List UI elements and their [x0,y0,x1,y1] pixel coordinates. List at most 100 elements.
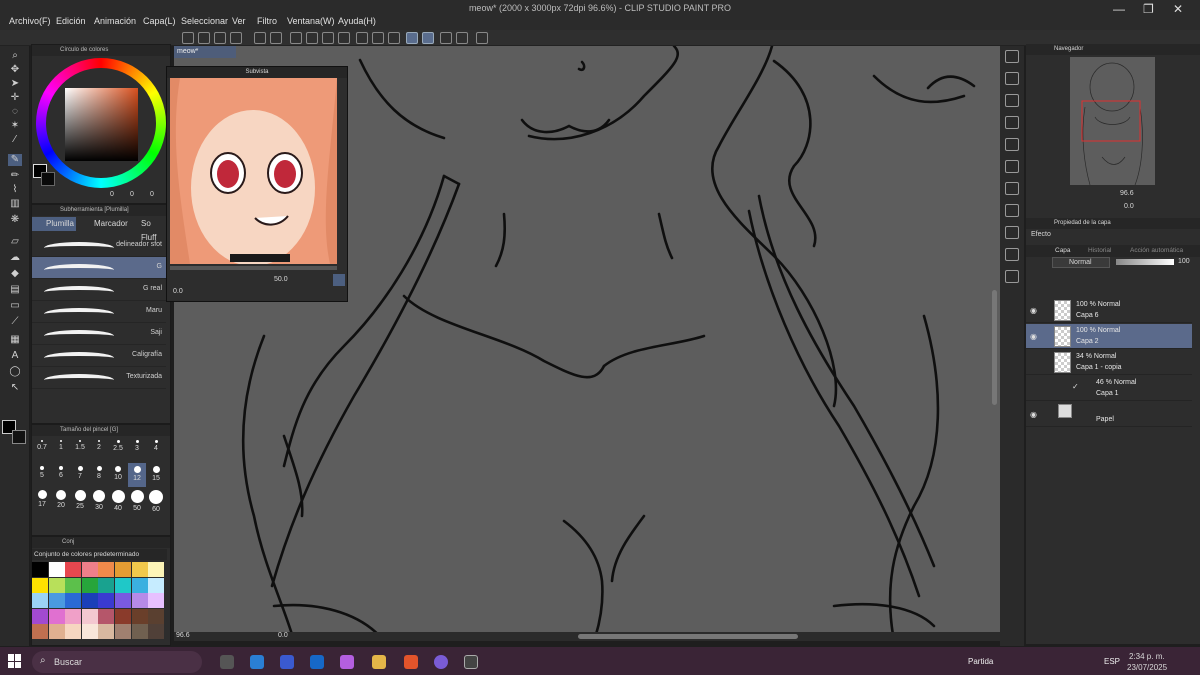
app-icon[interactable] [250,655,264,669]
lasso-tool-icon[interactable]: ◌ [8,106,22,118]
taskbar-search[interactable]: ⌕ Buscar [32,651,202,673]
zoom-tool-icon[interactable]: ⌕ [8,50,22,62]
color-swatch[interactable] [98,608,115,624]
color-swatch[interactable] [65,593,82,608]
color-swatch[interactable] [65,624,82,639]
color-swatch[interactable] [81,624,98,639]
brush-item[interactable]: Texturizada [32,367,166,389]
brush-item[interactable]: G real [32,279,166,301]
invert-selection-icon[interactable] [356,32,368,44]
subview-scrollbar[interactable] [170,266,337,270]
animation-icon[interactable] [1005,204,1019,217]
brush-size-option[interactable]: 2.5 [109,440,127,452]
color-swatch[interactable] [98,562,115,577]
selection-icon[interactable] [338,32,350,44]
snap-ruler-icon[interactable] [406,32,418,44]
fill-tool-icon[interactable]: ◆ [8,268,22,280]
magic-wand-icon[interactable]: ✶ [8,120,22,132]
file-explorer-icon[interactable] [372,655,386,669]
brush-size-option-selected[interactable]: 12 [128,463,146,487]
settings-icon[interactable] [456,32,468,44]
menu-ventana[interactable]: Ventana(W) [287,16,335,26]
sub-color-swatch[interactable] [12,430,26,444]
eyedropper-icon[interactable] [333,274,345,286]
menu-seleccionar[interactable]: Seleccionar [181,16,228,26]
opacity-slider[interactable] [1116,259,1174,265]
gradient-icon[interactable]: ▤ [8,284,22,296]
brush-size-option[interactable]: 50 [128,490,146,512]
color-swatch[interactable] [81,562,98,577]
color-swatch[interactable] [81,593,98,608]
brush-size-option[interactable]: 4 [147,440,165,452]
menu-filtro[interactable]: Filtro [257,16,277,26]
color-swatch[interactable] [48,593,65,608]
navigator-preview[interactable] [1070,57,1155,186]
windows-start-icon[interactable] [8,654,22,668]
brush-size-option[interactable]: 1 [52,440,70,451]
opacity-value[interactable]: 100 [1178,258,1190,265]
clock-time[interactable]: 2:34 p. m. [1129,652,1165,661]
color-swatch[interactable] [131,577,148,593]
blend-mode-dropdown[interactable]: Normal [1052,257,1110,268]
snap-grid-icon[interactable] [440,32,452,44]
save-icon[interactable] [214,32,226,44]
color-swatch[interactable] [65,562,82,577]
layer-row[interactable]: ◉ 100 % Normal Capa 6 [1026,298,1192,323]
vertical-scrollbar[interactable] [992,290,997,405]
brush-size-option[interactable]: 0.7 [33,440,51,451]
brush-item[interactable]: Saji [32,323,166,345]
ruler-icon[interactable]: ⟋ [8,316,22,328]
brush-size-option[interactable]: 6 [52,466,70,479]
pen-tool-icon[interactable]: ✎ [8,154,22,166]
color-swatch[interactable] [131,593,148,608]
camera-icon[interactable] [1005,248,1019,261]
visibility-eye-icon[interactable]: ◉ [1030,410,1037,419]
store-icon[interactable] [280,655,294,669]
subview-rotation[interactable]: 0.0 [173,288,183,295]
color-swatch[interactable] [115,562,131,577]
subview-zoom[interactable]: 50.0 [274,276,288,283]
export-icon[interactable] [230,32,242,44]
frame-icon[interactable]: ▦ [8,334,22,346]
layer-row-selected[interactable]: ◉ 100 % Normal Capa 2 [1026,324,1192,349]
history-icon[interactable] [1005,160,1019,173]
clip-studio-taskbar-icon[interactable] [464,655,478,669]
paper-layer-row[interactable]: ◉ Papel [1026,402,1192,427]
outlook-icon[interactable] [310,655,324,669]
info-icon[interactable] [1005,116,1019,129]
airbrush-icon[interactable]: ▥ [8,198,22,210]
eyedropper-icon[interactable]: ⁄ [8,134,22,146]
brush-size-option[interactable]: 7 [71,466,89,480]
color-swatch[interactable] [131,608,148,624]
color-swatch[interactable] [48,577,65,593]
brush-size-option[interactable]: 15 [147,466,165,482]
menu-capa[interactable]: Capa(L) [143,16,176,26]
snap-special-ruler-icon[interactable] [422,32,434,44]
navigator-rotation[interactable]: 0.0 [1124,203,1134,210]
menu-ayuda[interactable]: Ayuda(H) [338,16,376,26]
balloon-tool-icon[interactable]: ◯ [8,366,22,378]
layer-search-icon[interactable] [1005,182,1019,195]
clear-icon[interactable] [290,32,302,44]
secondary-color-swatch[interactable] [41,172,55,186]
color-swatch[interactable] [32,608,48,624]
brush-item[interactable]: Maru [32,301,166,323]
color-swatch[interactable] [115,593,131,608]
brush-size-option[interactable]: 20 [52,490,70,509]
color-swatch[interactable] [65,577,82,593]
brush-size-option[interactable]: 5 [33,466,51,479]
brush-size-option[interactable]: 3 [128,440,146,452]
document-tab[interactable]: meow* [174,46,236,58]
menu-edicion[interactable]: Edición [56,16,86,26]
color-swatch[interactable] [98,577,115,593]
canvas-zoom-value[interactable]: 96.6 [176,632,190,639]
pencil-tool-icon[interactable]: ✏ [8,170,22,182]
operation-tool-icon[interactable]: ➤ [8,78,22,90]
color-swatch[interactable] [98,624,115,639]
canvas-rotation-value[interactable]: 0.0 [278,632,288,639]
brush-size-option[interactable]: 2 [90,440,108,451]
color-swatch[interactable] [131,562,148,577]
open-file-icon[interactable] [198,32,210,44]
brush-item[interactable]: G [32,257,166,279]
color-swatch[interactable] [148,624,165,639]
